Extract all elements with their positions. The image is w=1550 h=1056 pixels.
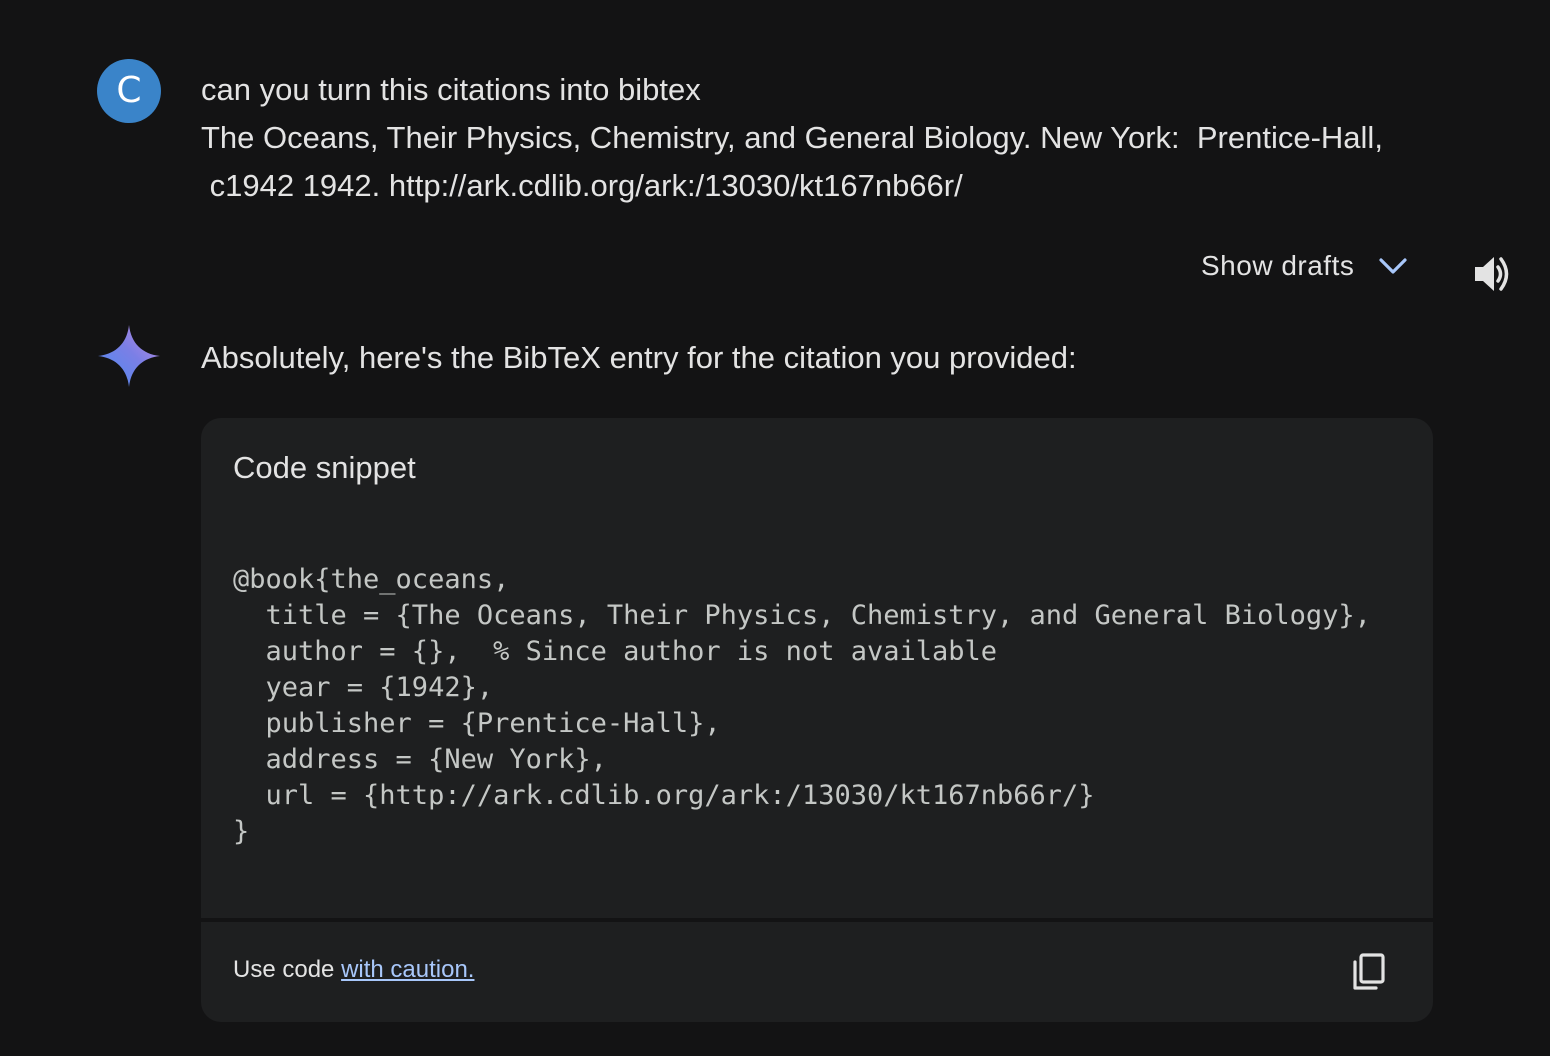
copy-icon[interactable]: [1351, 952, 1387, 992]
response-intro: Absolutely, here's the BibTeX entry for …: [201, 340, 1077, 375]
user-message: can you turn this citations into bibtex …: [201, 66, 1441, 210]
user-message-line: c1942 1942. http://ark.cdlib.org/ark:/13…: [201, 168, 963, 203]
caution-notice: Use code with caution.: [233, 956, 474, 984]
user-message-line: can you turn this citations into bibtex: [201, 72, 701, 107]
code-block-title: Code snippet: [233, 450, 416, 485]
user-message-line: The Oceans, Their Physics, Chemistry, an…: [201, 120, 1383, 155]
gemini-spark-icon: [98, 325, 160, 387]
caution-link[interactable]: with caution.: [341, 956, 474, 983]
code-block-footer: Use code with caution.: [201, 922, 1433, 1022]
chevron-down-icon: [1378, 256, 1408, 276]
code-block: Code snippet @book{the_oceans, title = {…: [201, 418, 1433, 918]
use-code-label: Use code: [233, 956, 342, 983]
volume-up-icon[interactable]: [1472, 252, 1516, 296]
user-avatar: C: [97, 59, 161, 123]
show-drafts-label: Show drafts: [1201, 250, 1355, 281]
code-content[interactable]: @book{the_oceans, title = {The Oceans, T…: [233, 562, 1371, 850]
show-drafts-button[interactable]: Show drafts: [1201, 250, 1408, 282]
